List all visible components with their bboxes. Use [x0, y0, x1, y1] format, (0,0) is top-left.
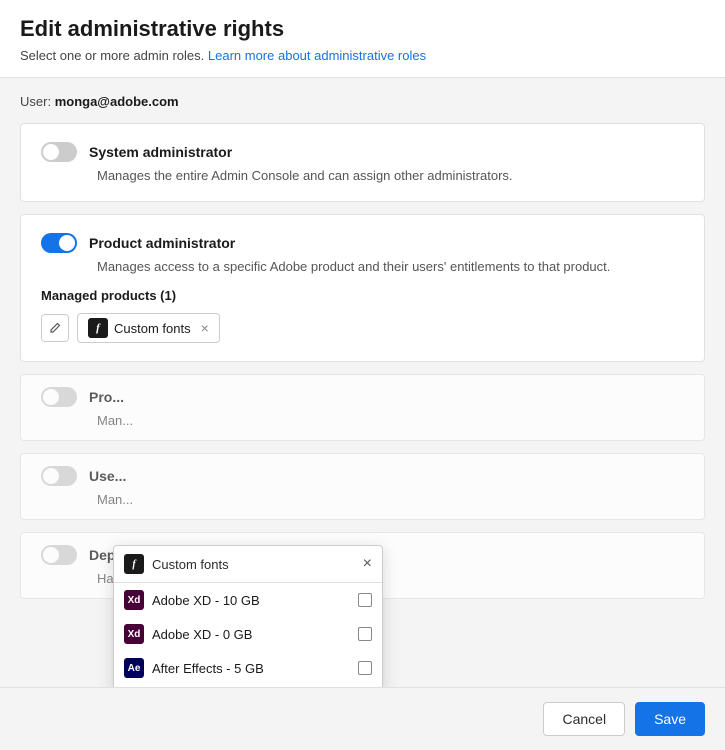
dropdown-item[interactable]: Ae After Effects - 5 GB [114, 651, 382, 685]
managed-products-section: Managed products (1) f Custom fonts × [41, 288, 684, 343]
item-checkbox[interactable] [358, 661, 372, 675]
dep-admin-toggle[interactable] [41, 545, 77, 565]
chip-close-button[interactable]: × [201, 321, 209, 335]
product-chip-row: f Custom fonts × [41, 313, 684, 343]
product-dropdown: f Custom fonts × Xd Adobe XD - 10 GB Xd Ado… [113, 545, 383, 687]
main-content: User: monga@adobe.com System administrat… [0, 78, 725, 687]
header-subtitle: Select one or more admin roles. Learn mo… [20, 48, 705, 63]
edit-products-button[interactable] [41, 314, 69, 342]
item-icon: Ae [124, 658, 144, 678]
product-admin-title: Product administrator [89, 235, 235, 251]
dropdown-header-left: f Custom fonts [124, 554, 229, 574]
product-admin-card: Product administrator Manages access to … [20, 214, 705, 362]
learn-more-link[interactable]: Learn more about administrative roles [208, 48, 426, 63]
item-checkbox[interactable] [358, 593, 372, 607]
dropdown-item[interactable]: Xd Adobe XD - 0 GB [114, 617, 382, 651]
user-admin-title: Use... [89, 468, 126, 484]
item-label: Adobe XD - 0 GB [152, 627, 350, 642]
user-admin-desc: Man... [97, 492, 684, 507]
item-icon: Xd [124, 624, 144, 644]
system-admin-desc: Manages the entire Admin Console and can… [97, 168, 684, 183]
item-label: Adobe XD - 10 GB [152, 593, 350, 608]
system-admin-toggle[interactable] [41, 142, 77, 162]
pro-admin-desc: Man... [97, 413, 684, 428]
pro-admin-card: Pro... Man... [20, 374, 705, 441]
pencil-icon [49, 322, 61, 334]
dropdown-header: f Custom fonts × [114, 546, 382, 583]
save-button[interactable]: Save [635, 702, 705, 736]
managed-products-label: Managed products (1) [41, 288, 684, 303]
product-admin-desc: Manages access to a specific Adobe produ… [97, 259, 684, 274]
dropdown-header-icon: f [124, 554, 144, 574]
chip-label: Custom fonts [114, 321, 191, 336]
item-icon: Xd [124, 590, 144, 610]
system-admin-title: System administrator [89, 144, 232, 160]
dropdown-item[interactable]: ★All Apps - 5 GB [114, 685, 382, 687]
header: Edit administrative rights Select one or… [0, 0, 725, 78]
user-label: User: monga@adobe.com [20, 94, 705, 109]
system-admin-card: System administrator Manages the entire … [20, 123, 705, 202]
pro-admin-toggle[interactable] [41, 387, 77, 407]
product-admin-toggle[interactable] [41, 233, 77, 253]
page-wrapper: Edit administrative rights Select one or… [0, 0, 725, 750]
pro-admin-title: Pro... [89, 389, 124, 405]
user-admin-card: Use... Man... [20, 453, 705, 520]
dropdown-item[interactable]: Xd Adobe XD - 10 GB [114, 583, 382, 617]
custom-fonts-chip: f Custom fonts × [77, 313, 220, 343]
dropdown-list[interactable]: Xd Adobe XD - 10 GB Xd Adobe XD - 0 GB Ae Aft… [114, 583, 382, 687]
dropdown-close-button[interactable]: × [363, 556, 372, 572]
footer: Cancel Save [0, 687, 725, 750]
chip-icon: f [88, 318, 108, 338]
user-admin-toggle[interactable] [41, 466, 77, 486]
cancel-button[interactable]: Cancel [543, 702, 625, 736]
item-checkbox[interactable] [358, 627, 372, 641]
page-title: Edit administrative rights [20, 16, 705, 42]
dropdown-header-text: Custom fonts [152, 557, 229, 572]
user-email: monga@adobe.com [55, 94, 179, 109]
item-label: After Effects - 5 GB [152, 661, 350, 676]
